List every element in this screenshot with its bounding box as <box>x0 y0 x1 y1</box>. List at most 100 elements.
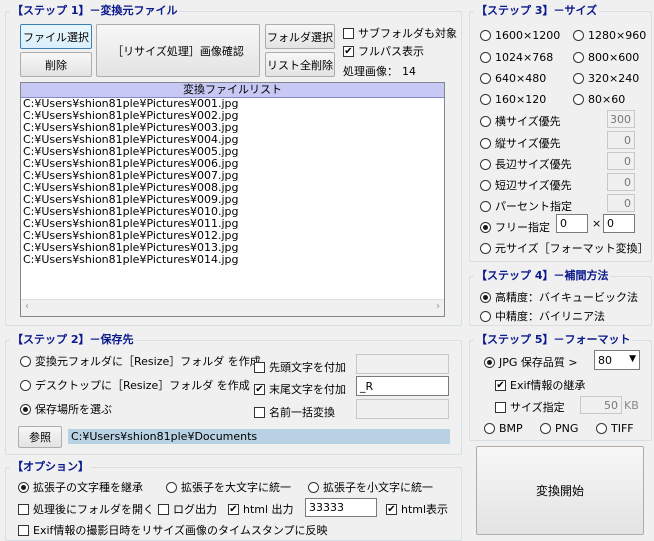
rename-checkbox[interactable]: 名前一括変換 <box>254 404 335 420</box>
radio-dot-selected <box>18 481 29 493</box>
free-height-input[interactable]: 0 <box>603 214 635 233</box>
scroll-left-icon[interactable]: ‹ <box>25 301 29 312</box>
suffix-label: 末尾文字を付加 <box>269 383 346 396</box>
radio-size-80[interactable]: 80×60 <box>573 93 625 106</box>
radio-dot <box>308 481 319 493</box>
radio-percent[interactable]: パーセント指定 <box>480 198 572 214</box>
log-output-checkbox[interactable]: ログ出力 <box>158 501 217 517</box>
prefix-label: 先頭文字を付加 <box>269 361 346 374</box>
radio-dot <box>540 423 551 434</box>
quality-select[interactable]: 80 ▼ <box>594 350 640 370</box>
html-output-checkbox[interactable]: ✔ html 出力 <box>228 501 294 517</box>
radio-width-priority[interactable]: 横サイズ優先 <box>480 113 561 129</box>
horizontal-scrollbar[interactable]: ‹ › <box>21 299 444 316</box>
size-1280-label: 1280×960 <box>588 29 647 42</box>
exif-timestamp-checkbox[interactable]: Exif情報の撮影日時をリサイズ画像のタイムスタンプに反映 <box>18 522 328 538</box>
radio-choose-location[interactable]: 保存場所を選ぶ <box>20 401 112 417</box>
long-priority-label: 長辺サイズ優先 <box>495 158 572 171</box>
radio-short-priority[interactable]: 短辺サイズ優先 <box>480 177 572 193</box>
ext-keep-label: 拡張子の文字種を継承 <box>33 481 143 494</box>
radio-dot <box>480 52 491 63</box>
checkbox-box <box>18 524 29 536</box>
bmp-label: BMP <box>499 422 523 435</box>
radio-height-priority[interactable]: 縦サイズ優先 <box>480 135 561 151</box>
list-clear-button[interactable]: リスト全削除 <box>265 52 335 77</box>
open-folder-checkbox[interactable]: 処理後にフォルダを開く <box>18 501 154 517</box>
rename-label: 名前一括変換 <box>269 406 335 419</box>
mid-precision-label: 中精度：バイリニア法 <box>495 310 605 323</box>
radio-dot <box>480 310 491 322</box>
step2-title: 【ステップ 2】－保存先 <box>10 333 136 347</box>
short-priority-label: 短辺サイズ優先 <box>495 179 572 192</box>
processed-count-label: 処理画像： 14 <box>343 63 416 79</box>
prefix-input[interactable] <box>356 354 449 374</box>
radio-bmp[interactable]: BMP <box>484 422 523 435</box>
size-specify-input[interactable]: 50 <box>580 396 622 414</box>
radio-size-320[interactable]: 320×240 <box>573 72 639 85</box>
start-conversion-button[interactable]: 変換開始 <box>476 446 644 535</box>
radio-size-800[interactable]: 800×600 <box>573 51 639 64</box>
radio-dot <box>573 52 584 63</box>
radio-dot <box>573 73 584 84</box>
radio-ext-lower[interactable]: 拡張子を小文字に統一 <box>308 479 433 495</box>
chevron-down-icon: ▼ <box>629 354 636 364</box>
width-priority-label: 横サイズ優先 <box>495 115 561 128</box>
fullpath-checkbox[interactable]: ✔ フルパス表示 <box>343 43 424 59</box>
radio-size-640[interactable]: 640×480 <box>480 72 546 85</box>
radio-long-priority[interactable]: 長辺サイズ優先 <box>480 156 572 172</box>
radio-mid-precision[interactable]: 中精度：バイリニア法 <box>480 308 605 324</box>
radio-jpg[interactable]: JPG 保存品質 > <box>484 354 578 370</box>
html-display-label: html表示 <box>401 503 449 516</box>
radio-desktop-label: デスクトップに［Resize］フォルダ を作成 <box>35 379 250 392</box>
free-width-input[interactable]: 0 <box>556 214 588 233</box>
long-priority-input[interactable]: 0 <box>607 152 635 170</box>
size-specify-checkbox[interactable]: サイズ指定 <box>495 399 565 415</box>
html-output-input[interactable]: 33333 <box>305 498 377 517</box>
resize-check-button[interactable]: ［リサイズ処理］画像確認 <box>96 24 260 77</box>
exif-inherit-checkbox[interactable]: ✔ Exif情報の継承 <box>495 377 585 393</box>
file-list-item[interactable]: C:¥Users¥shion81ple¥Pictures¥014.jpg <box>21 254 444 266</box>
radio-source-folder[interactable]: 変換元フォルダに［Resize］フォルダ を作成 <box>20 353 261 369</box>
radio-high-precision[interactable]: 高精度：バイキュービック法 <box>480 289 638 305</box>
radio-png[interactable]: PNG <box>540 422 578 435</box>
file-list[interactable]: 変換ファイルリスト C:¥Users¥shion81ple¥Pictures¥0… <box>20 82 445 317</box>
radio-original-size[interactable]: 元サイズ［フォーマット変換］ <box>480 240 649 256</box>
suffix-checkbox[interactable]: ✔ 末尾文字を付加 <box>254 381 346 397</box>
suffix-input[interactable]: _R <box>356 376 449 396</box>
file-select-button[interactable]: ファイル選択 <box>20 24 92 49</box>
radio-free[interactable]: フリー指定 <box>480 219 550 235</box>
width-priority-input[interactable]: 300 <box>607 110 635 128</box>
tiff-label: TIFF <box>611 422 634 435</box>
radio-desktop[interactable]: デスクトップに［Resize］フォルダ を作成 <box>20 377 250 393</box>
step4-title: 【ステップ 4】－補間方法 <box>474 269 611 283</box>
prefix-checkbox[interactable]: 先頭文字を付加 <box>254 359 346 375</box>
size-specify-label: サイズ指定 <box>510 401 565 414</box>
radio-size-160[interactable]: 160×120 <box>480 93 546 106</box>
log-output-label: ログ出力 <box>173 503 217 516</box>
free-label: フリー指定 <box>495 221 550 234</box>
radio-dot-selected <box>480 221 491 233</box>
browse-button[interactable]: 参照 <box>18 426 62 448</box>
file-list-items: C:¥Users¥shion81ple¥Pictures¥001.jpg C:¥U… <box>21 98 444 266</box>
radio-size-1280[interactable]: 1280×960 <box>573 29 646 42</box>
short-priority-input[interactable]: 0 <box>607 173 635 191</box>
scroll-right-icon[interactable]: › <box>436 301 440 312</box>
height-priority-input[interactable]: 0 <box>607 131 635 149</box>
radio-size-1024[interactable]: 1024×768 <box>480 51 553 64</box>
html-display-checkbox[interactable]: ✔ html表示 <box>386 501 448 517</box>
radio-dot <box>480 242 491 254</box>
checkbox-box <box>495 401 506 413</box>
save-path: C:¥Users¥shion81ple¥Documents <box>68 429 450 444</box>
percent-label: パーセント指定 <box>495 200 572 213</box>
folder-select-button[interactable]: フォルダ選択 <box>265 24 335 49</box>
rename-input[interactable] <box>356 399 449 419</box>
radio-ext-upper[interactable]: 拡張子を大文字に統一 <box>166 479 291 495</box>
ext-upper-label: 拡張子を大文字に統一 <box>181 481 291 494</box>
delete-button[interactable]: 削除 <box>20 52 92 77</box>
checkbox-box <box>343 27 354 39</box>
radio-size-1600[interactable]: 1600×1200 <box>480 29 560 42</box>
radio-tiff[interactable]: TIFF <box>596 422 634 435</box>
subfolder-checkbox[interactable]: サブフォルダも対象 <box>343 25 457 41</box>
percent-input[interactable]: 0 <box>607 194 635 212</box>
radio-ext-keep[interactable]: 拡張子の文字種を継承 <box>18 479 143 495</box>
